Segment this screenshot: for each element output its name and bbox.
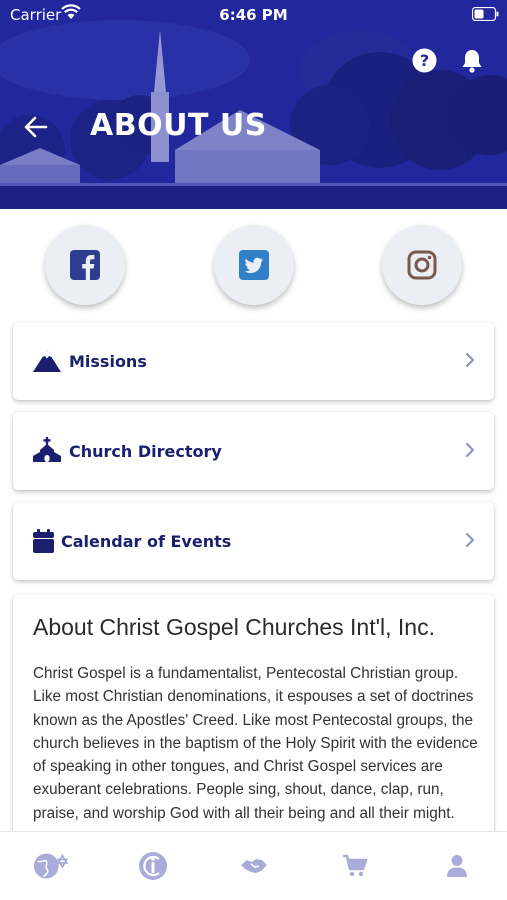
notification-bell-icon[interactable] [460,48,484,73]
church-directory-row[interactable]: Church Directory [13,412,494,490]
chevron-right-icon [466,353,474,367]
tab-profile[interactable] [437,848,477,884]
missions-row[interactable]: Missions [13,322,494,400]
about-body: Christ Gospel is a fundamentalist, Pente… [33,665,478,822]
back-arrow-icon[interactable] [24,116,48,138]
status-time: 6:46 PM [219,6,288,24]
status-bar: Carrier 6:46 PM [0,0,507,30]
church-directory-label: Church Directory [69,442,222,461]
instagram-button[interactable] [382,225,462,305]
help-icon[interactable]: ? [412,48,437,73]
svg-text:?: ? [420,51,429,70]
about-card: About Christ Gospel Churches Int'l, Inc.… [13,594,494,854]
calendar-icon [33,529,54,553]
tab-store[interactable] [335,848,375,884]
tab-giving[interactable] [234,848,274,884]
tab-bar [0,831,507,900]
calendar-of-events-label: Calendar of Events [61,532,232,551]
chevron-right-icon [466,443,474,457]
church-icon [33,437,61,462]
battery-icon [472,7,499,21]
facebook-icon [70,250,100,280]
globe-star-icon [33,853,69,879]
twitter-button[interactable] [214,225,294,305]
twitter-icon [239,250,269,280]
about-title: About Christ Gospel Churches Int'l, Inc. [33,614,435,640]
calendar-of-events-row[interactable]: Calendar of Events [13,502,494,580]
facebook-button[interactable] [45,225,125,305]
tab-home[interactable] [32,848,72,884]
page-title: ABOUT US [90,108,267,143]
chevron-right-icon [466,533,474,547]
header-overlay [0,0,507,209]
header-banner: Carrier 6:46 PM ABOUT US ? [0,0,507,209]
instagram-icon [407,250,437,280]
handshake-icon [241,859,267,873]
missions-label: Missions [69,352,147,371]
tab-info[interactable] [133,848,173,884]
user-icon [447,855,467,877]
cart-icon [343,854,368,877]
info-badge-icon [139,852,167,880]
mountain-icon [33,350,61,372]
